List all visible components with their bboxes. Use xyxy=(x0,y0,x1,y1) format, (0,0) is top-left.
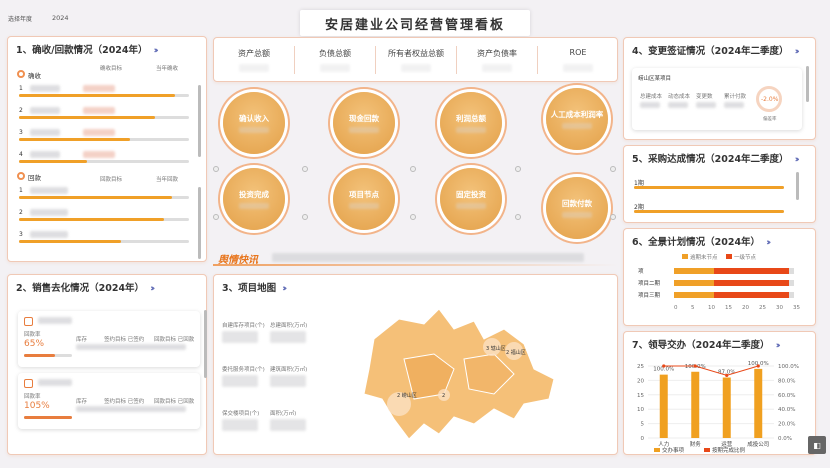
kpi-label: 所有者权益总额 xyxy=(388,49,444,58)
leader-chart: 0 5 10 15 20 25 0.0% 20.0% 40.0% 60.0% 80.0% 100.0%… xyxy=(637,361,799,454)
payment-icon xyxy=(17,172,25,180)
panel-map-title: 3、项目地图 ››› xyxy=(222,283,287,294)
header: 选择年度 2024 安居建业公司经营管理看板 xyxy=(0,0,830,36)
bar xyxy=(659,374,668,438)
news-ticker[interactable] xyxy=(272,253,584,262)
metric-circle[interactable]: 固定投资 xyxy=(440,168,502,230)
kpi-label: ROE xyxy=(569,48,587,57)
metric-circle[interactable]: 投资完成 xyxy=(223,168,285,230)
bar xyxy=(691,371,700,438)
x-tick-label: 人力 xyxy=(658,440,669,448)
panel-purchase-title: 5、采购达成情况（2024年二季度） ››› xyxy=(632,154,800,165)
panel-leader: 7、领导交办（2024年二季度） ››› 0 5 10 15 20 25 0.0% 20.0% 4… xyxy=(623,331,816,455)
metric-circle[interactable]: 现金回款 xyxy=(333,92,395,154)
panel-receipts-title: 1、确收/回款情况（2024年） ››› xyxy=(16,45,159,56)
panel-map: 3、项目地图 ››› 自建库存项目(个) 总建面积(万㎡) 委托服务项目(个) 建… xyxy=(213,274,618,455)
y-tick-label: 25 xyxy=(637,364,644,370)
panel-plan: 6、全景计划情况（2024年） ››› 逾期未节点 一级节点 项 项目二期 项目三… xyxy=(623,228,816,326)
x-tick-label: 运营 xyxy=(721,440,733,448)
list-item[interactable]: 回款率 65% 库存 签约目标 已签约 回款目标 已回款 xyxy=(18,311,200,367)
metric-circle[interactable]: 利润总额 xyxy=(440,92,502,154)
list-item: 4 xyxy=(19,151,23,158)
year-label: 选择年度 xyxy=(8,16,33,23)
list-item: 3 xyxy=(19,129,23,136)
page-title: 安居建业公司经营管理看板 xyxy=(300,10,530,36)
legend-label: 交办事项 xyxy=(662,446,685,454)
project-icon xyxy=(24,317,33,326)
panel-change-title: 4、变更签证情况（2024年二季度） ››› xyxy=(632,46,800,57)
y2-tick-label: 0.0% xyxy=(778,436,792,442)
x-tick-label: 财务 xyxy=(690,440,702,448)
year-select[interactable]: 2024 xyxy=(48,13,73,23)
scrollbar[interactable] xyxy=(198,187,201,259)
y2-tick-label: 100.0% xyxy=(778,364,799,370)
line-point xyxy=(662,364,666,368)
list-item: 1 xyxy=(19,85,23,92)
metric-circle[interactable]: 回款付款 xyxy=(546,177,608,239)
bar xyxy=(722,377,731,438)
y2-tick-label: 20.0% xyxy=(778,422,795,428)
y2-tick-label: 80.0% xyxy=(778,378,795,384)
line-point xyxy=(693,364,697,368)
x-tick-label: 成投公司 xyxy=(747,440,769,448)
line-point xyxy=(725,373,729,377)
y2-tick-label: 60.0% xyxy=(778,393,795,399)
panel-sales: 2、销售去化情况（2024年） ››› 回款率 65% 库存 签约目标 已签约 回… xyxy=(7,274,207,455)
list-item: 2 xyxy=(19,107,23,114)
kpi-label: 负债总额 xyxy=(319,49,351,58)
list-item: 1 xyxy=(19,187,23,194)
line-point xyxy=(756,364,760,368)
kpi-label: 资产负债率 xyxy=(477,49,517,58)
panel-leader-title: 7、领导交办（2024年二季度） ››› xyxy=(632,340,781,351)
project-icon xyxy=(24,379,33,388)
series-line xyxy=(663,365,759,376)
scrollbar[interactable] xyxy=(806,66,809,102)
legend-swatch xyxy=(704,448,710,452)
list-item: 3 xyxy=(19,231,23,238)
y-tick-label: 20 xyxy=(637,378,644,384)
metric-circle[interactable]: 项目节点 xyxy=(333,168,395,230)
panel-receipts: 1、确收/回款情况（2024年） ››› 确收目标 当年确收 确收 1 2 3 4… xyxy=(7,36,207,262)
panel-sales-title: 2、销售去化情况（2024年） ››› xyxy=(16,283,155,294)
legend-swatch xyxy=(654,448,660,452)
panel-change: 4、变更签证情况（2024年二季度） ››› 崂山区某项目 总建成本 动态成本 变… xyxy=(623,37,816,140)
kpi-label: 资产总额 xyxy=(238,49,270,58)
list-item: 2 xyxy=(19,209,23,216)
collapse-icon[interactable]: ◧ xyxy=(808,436,826,454)
map[interactable] xyxy=(354,299,564,449)
scrollbar[interactable] xyxy=(796,172,799,200)
scrollbar[interactable] xyxy=(204,310,207,378)
metric-circle[interactable]: 确认收入 xyxy=(223,92,285,154)
metric-circle[interactable]: 人工成本利润率 xyxy=(546,88,608,150)
list-item[interactable]: 回款率 105% 库存 签约目标 已签约 回款目标 已回款 xyxy=(18,373,200,429)
y2-tick-label: 40.0% xyxy=(778,407,795,413)
scrollbar[interactable] xyxy=(198,85,201,157)
bar xyxy=(754,368,763,438)
panel-purchase: 5、采购达成情况（2024年二季度） ››› 1期 2期 xyxy=(623,145,816,223)
confirm-icon xyxy=(17,70,25,78)
kpi-strip: 资产总额 负债总额 所有者权益总额 资产负债率 ROE xyxy=(213,37,618,82)
y-tick-label: 15 xyxy=(637,393,644,399)
panel-plan-title: 6、全景计划情况（2024年） ››› xyxy=(632,237,771,248)
y-tick-label: 5 xyxy=(641,422,645,428)
y-tick-label: 10 xyxy=(637,407,644,413)
y-tick-label: 0 xyxy=(641,436,645,442)
legend-label: 按期完成比例 xyxy=(712,446,746,454)
